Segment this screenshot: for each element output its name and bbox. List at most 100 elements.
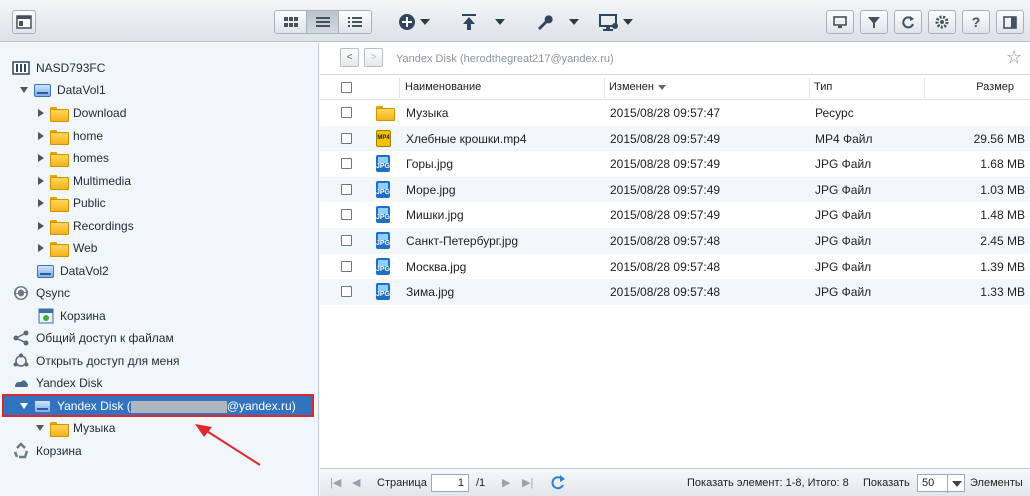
refresh-icon[interactable] [550,475,566,491]
sidebar-item-homes[interactable]: homes [38,147,109,169]
collapse-arrow-icon[interactable] [36,425,44,431]
file-name[interactable]: Мишки.jpg [406,208,464,222]
table-row[interactable]: JPG Мишки.jpg 2015/08/28 09:57:49 JPG Файл 1… [320,202,1030,228]
star-icon[interactable]: ☆ [1006,47,1022,68]
window-icon[interactable] [12,10,36,34]
sidebar-item-share-my-files[interactable]: Общий доступ к файлам [12,327,174,349]
file-modified: 2015/08/28 09:57:47 [610,106,721,120]
file-name[interactable]: Москва.jpg [406,260,466,274]
sidebar-item-nas[interactable]: NASD793FC [12,57,105,79]
sidebar-item-recordings[interactable]: Recordings [38,215,134,237]
sidebar-item-shared-with-me[interactable]: Открыть доступ для меня [12,350,179,372]
sidebar-item-datavol2[interactable]: DataVol2 [37,260,109,282]
file-type: JPG Файл [815,157,872,172]
folder-icon [50,129,69,145]
detail-view-icon[interactable] [339,11,371,33]
sidebar-item-public[interactable]: Public [38,192,106,214]
image-file-icon: JPG [376,180,393,198]
file-modified: 2015/08/28 09:57:48 [610,259,721,274]
row-checkbox[interactable] [341,107,352,118]
file-name[interactable]: Хлебные крошки.mp4 [406,132,527,146]
share-icon [13,330,29,346]
sidebar-item-label: Корзина [60,309,106,323]
list-view-icon[interactable] [307,11,339,33]
file-name[interactable]: Горы.jpg [406,157,453,171]
sidebar-item-yandex-account[interactable]: Yandex Disk (@yandex.ru) [20,395,296,417]
monitor-icon[interactable] [826,10,854,34]
upload-menu[interactable] [461,12,505,32]
next-page-icon[interactable]: ▶ [502,476,510,489]
row-checkbox[interactable] [341,235,352,246]
file-name[interactable]: Зима.jpg [406,285,454,299]
image-file-icon: JPG [376,257,393,275]
refresh-icon[interactable] [894,10,922,34]
table-row[interactable]: JPG Зима.jpg 2015/08/28 09:57:48 JPG Файл 1.… [320,279,1030,305]
grid-view-icon[interactable] [275,11,307,33]
filter-icon[interactable] [860,10,888,34]
drive-icon [37,264,54,278]
expand-arrow-icon[interactable] [38,132,44,140]
sidebar-item-web[interactable]: Web [38,237,97,259]
help-icon[interactable]: ? [962,10,990,34]
table-row[interactable]: MP4 Хлебные крошки.mp4 2015/08/28 09:57:49… [320,125,1030,152]
expand-arrow-icon[interactable] [38,109,44,117]
column-header-name[interactable]: Наименование [405,81,481,93]
sidebar-item-label: Qsync [36,286,71,300]
row-checkbox[interactable] [341,209,352,221]
sidebar-item-yandex-disk[interactable]: Yandex Disk [12,372,102,394]
sidebar-item-datavol1[interactable]: DataVol1 [20,79,106,101]
sidebar-item-label: Public [73,196,106,210]
image-file-icon: JPG [376,155,393,173]
expand-arrow-icon[interactable] [38,177,44,185]
gear-icon[interactable] [928,10,956,34]
table-row[interactable]: JPG Москва.jpg 2015/08/28 09:57:48 JPG Файл… [320,254,1030,280]
add-menu[interactable] [398,12,430,32]
sidebar-item-download[interactable]: Download [38,102,126,124]
sidebar-item-yandex-music[interactable]: Музыка [36,417,115,439]
drive-icon [34,399,51,413]
row-checkbox[interactable] [341,183,352,195]
first-page-icon[interactable]: |◀ [330,476,341,489]
recycle-icon [13,442,29,459]
sidebar-item-label: Музыка [73,421,116,435]
sidebar-item-trash[interactable]: Корзина [12,440,82,462]
chevron-down-icon[interactable] [947,475,965,493]
collapse-arrow-icon[interactable] [20,403,28,409]
column-header-type[interactable]: Тип [814,81,832,93]
row-checkbox[interactable] [341,158,352,170]
table-row[interactable]: JPG Горы.jpg 2015/08/28 09:57:49 JPG Файл 1.… [320,151,1030,177]
expand-arrow-icon[interactable] [38,199,44,207]
sidebar-item-qsync-trash[interactable]: Корзина [38,305,106,327]
expand-arrow-icon[interactable] [38,154,44,162]
expand-arrow-icon[interactable] [38,244,44,252]
row-checkbox[interactable] [341,286,352,298]
sidebar-item-multimedia[interactable]: Multimedia [38,170,131,192]
forward-button[interactable]: > [364,48,383,67]
table-row[interactable]: JPG Санкт-Петербург.jpg 2015/08/28 09:57:4… [320,228,1030,254]
breadcrumb: < > Yandex Disk (herodthegreat217@yandex… [320,43,1030,75]
remote-menu[interactable] [599,12,633,32]
panel-icon[interactable] [996,10,1024,34]
file-name[interactable]: Санкт-Петербург.jpg [406,234,518,248]
row-checkbox[interactable] [341,132,352,144]
table-row[interactable]: Музыка 2015/08/28 09:57:47 Ресурс [320,100,1030,126]
tools-menu[interactable] [535,12,579,32]
file-modified: 2015/08/28 09:57:49 [610,131,721,146]
sidebar-item-qsync[interactable]: Qsync [12,282,70,304]
column-header-modified[interactable]: Изменен [609,81,666,93]
sidebar-item-label: Multimedia [73,174,132,188]
file-name[interactable]: Музыка [406,106,448,120]
collapse-arrow-icon[interactable] [20,87,28,93]
last-page-icon[interactable]: ▶| [522,476,533,489]
file-name[interactable]: Море.jpg [406,183,456,197]
page-input[interactable]: 1 [431,474,469,492]
table-row[interactable]: JPG Море.jpg 2015/08/28 09:57:49 JPG Файл 1.… [320,176,1030,203]
prev-page-icon[interactable]: ◀ [352,476,360,489]
expand-arrow-icon[interactable] [38,222,44,230]
select-all-checkbox[interactable] [341,82,352,93]
file-type: Ресурс [815,106,854,120]
sidebar-item-home[interactable]: home [38,125,103,147]
back-button[interactable]: < [340,48,359,67]
column-header-size[interactable]: Размер [976,81,1014,93]
row-checkbox[interactable] [341,260,352,272]
